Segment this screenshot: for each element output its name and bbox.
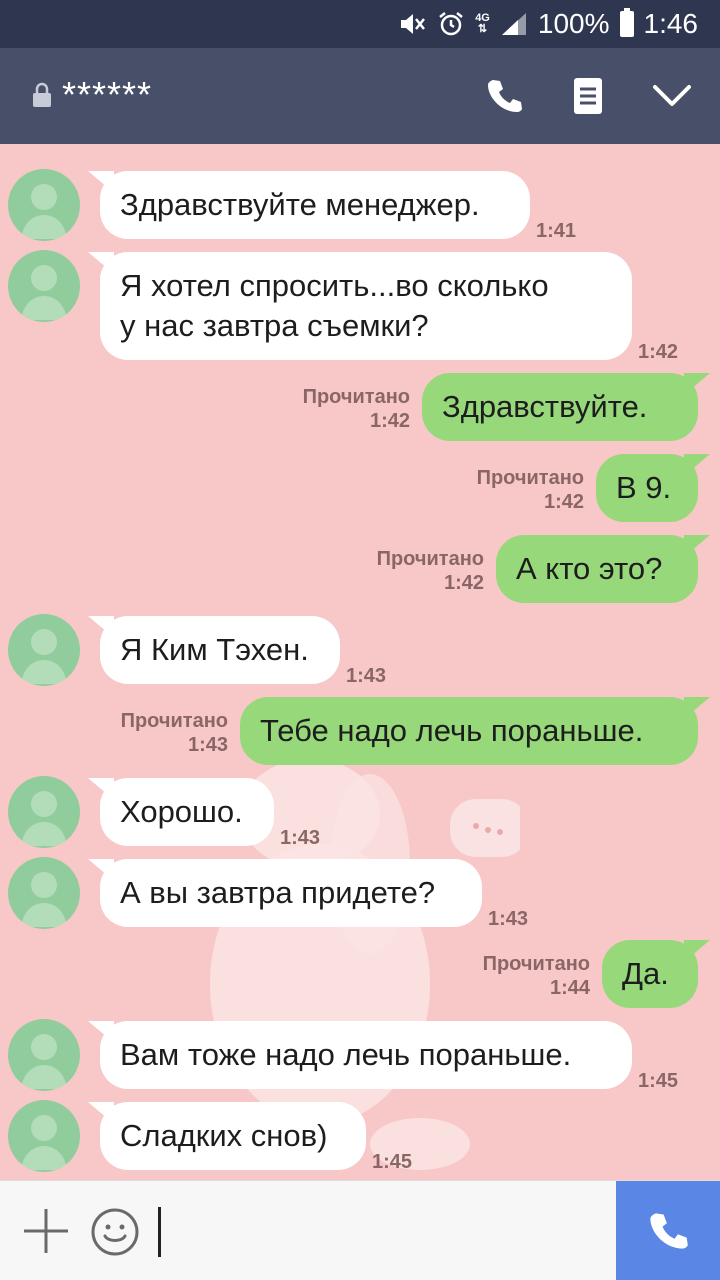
network-4g-icon: 4G ⇅ (475, 12, 490, 35)
incoming-message-bubble[interactable]: Я Ким Тэхен. (100, 616, 340, 684)
message-row: Сладких снов) 1:45 (0, 1100, 720, 1173)
avatar[interactable] (8, 250, 80, 322)
message-row: А кто это? Прочитано 1:42 (0, 535, 720, 603)
battery-icon (619, 8, 634, 37)
message-time: 1:45 (372, 1151, 413, 1173)
avatar[interactable] (8, 1019, 80, 1091)
alarm-icon (437, 10, 465, 38)
message-time: 1:45 (638, 1070, 679, 1092)
message-time: 1:43 (280, 827, 321, 849)
expand-menu-button[interactable] (648, 72, 696, 120)
clock: 1:46 (643, 8, 699, 39)
outgoing-message-bubble[interactable]: А кто это? (496, 535, 698, 603)
outgoing-message-bubble[interactable]: Да. (602, 940, 698, 1008)
avatar[interactable] (8, 776, 80, 848)
message-meta: 1:43 (280, 826, 320, 850)
mute-icon (397, 11, 427, 37)
read-status: Прочитано (120, 710, 228, 732)
message-time: 1:42 (638, 341, 679, 363)
incoming-message-bubble[interactable]: Вам тоже надо лечь пораньше. (100, 1021, 632, 1089)
message-meta: Прочитано 1:43 (121, 709, 228, 757)
message-row: Хорошо. 1:43 (0, 776, 720, 849)
read-status: Прочитано (302, 386, 410, 408)
call-button[interactable] (480, 72, 528, 120)
message-meta: Прочитано 1:42 (303, 385, 410, 433)
message-time: 1:41 (536, 220, 577, 242)
chat-area[interactable]: Здравствуйте менеджер. 1:41 Я хотел спроси… (0, 144, 720, 1180)
notes-button[interactable] (564, 72, 612, 120)
note-icon (574, 78, 602, 114)
incoming-message-bubble[interactable]: Сладких снов) (100, 1102, 366, 1170)
message-meta: Прочитано 1:42 (377, 547, 484, 595)
incoming-message-bubble[interactable]: Здравствуйте менеджер. (100, 171, 530, 239)
incoming-message-bubble[interactable]: Хорошо. (100, 778, 274, 846)
voice-call-button[interactable] (616, 1181, 720, 1280)
message-row: Здравствуйте. Прочитано 1:42 (0, 373, 720, 441)
message-meta: Прочитано 1:44 (483, 952, 590, 1000)
outgoing-message-bubble[interactable]: Здравствуйте. (422, 373, 698, 441)
message-meta: Прочитано 1:42 (477, 466, 584, 514)
status-bar: 4G ⇅ 100% 1:46 (0, 0, 720, 48)
message-time: 1:42 (369, 410, 410, 432)
lock-icon (33, 82, 51, 107)
read-status: Прочитано (482, 953, 590, 975)
message-time: 1:42 (543, 491, 584, 513)
message-meta: 1:45 (638, 1069, 678, 1093)
message-row: Я Ким Тэхен. 1:43 (0, 614, 720, 687)
outgoing-message-bubble[interactable]: Тебе надо лечь пораньше. (240, 697, 698, 765)
message-meta: 1:41 (536, 219, 576, 243)
message-time: 1:42 (443, 572, 484, 594)
message-meta: 1:43 (488, 907, 528, 931)
message-time: 1:44 (549, 977, 590, 999)
phone-icon (488, 80, 522, 112)
message-row: В 9. Прочитано 1:42 (0, 454, 720, 522)
message-row: Вам тоже надо лечь пораньше. 1:45 (0, 1019, 720, 1092)
chevron-down-icon (653, 85, 691, 106)
message-meta: 1:43 (346, 664, 386, 688)
incoming-message-bubble[interactable]: Я хотел спросить...во сколько у нас завт… (100, 252, 632, 360)
message-meta: 1:42 (638, 340, 678, 364)
avatar[interactable] (8, 1100, 80, 1172)
read-status: Прочитано (376, 548, 484, 570)
message-row: Да. Прочитано 1:44 (0, 940, 720, 1008)
battery-percent: 100% (537, 8, 610, 39)
emoji-icon[interactable] (90, 1207, 140, 1257)
input-bar (0, 1180, 720, 1280)
message-row: Я хотел спросить...во сколько у нас завт… (0, 250, 720, 363)
message-time: 1:43 (187, 734, 228, 756)
avatar[interactable] (8, 169, 80, 241)
signal-icon (500, 11, 528, 37)
avatar[interactable] (8, 614, 80, 686)
outgoing-message-bubble[interactable]: В 9. (596, 454, 698, 522)
chat-title: ****** (62, 74, 153, 115)
message-time: 1:43 (488, 908, 529, 930)
message-meta: 1:45 (372, 1150, 412, 1174)
text-cursor (158, 1207, 161, 1257)
message-row: А вы завтра придете? 1:43 (0, 857, 720, 930)
avatar[interactable] (8, 857, 80, 929)
read-status: Прочитано (476, 467, 584, 489)
message-row: Тебе надо лечь пораньше. Прочитано 1:43 (0, 697, 720, 765)
message-time: 1:43 (346, 665, 387, 687)
message-row: Здравствуйте менеджер. 1:41 (0, 169, 720, 242)
chat-header: ****** (0, 48, 720, 144)
incoming-message-bubble[interactable]: А вы завтра придете? (100, 859, 482, 927)
plus-icon[interactable] (22, 1207, 70, 1255)
message-input[interactable] (158, 1207, 608, 1257)
phone-icon (650, 1213, 688, 1249)
